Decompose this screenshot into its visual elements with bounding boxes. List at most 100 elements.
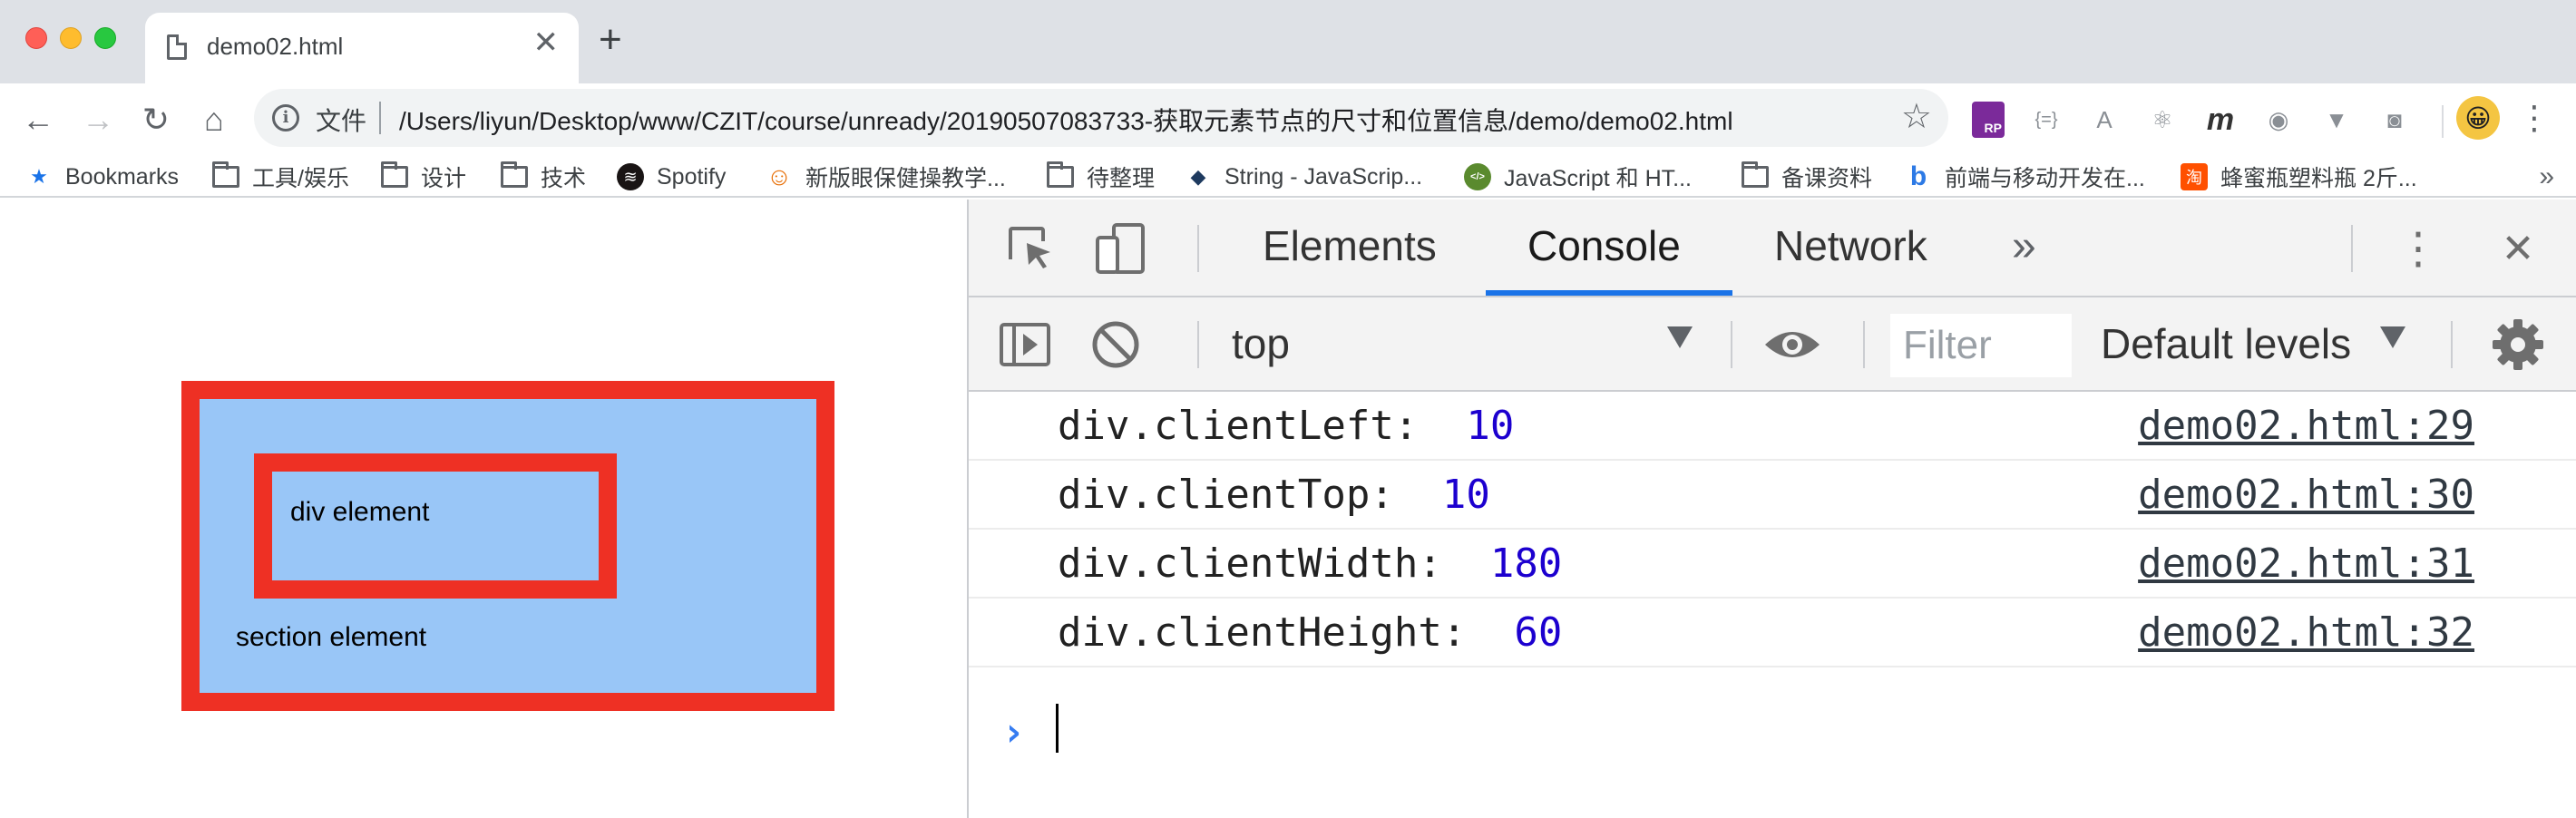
bookmark-frontend-mobile[interactable]: b 前端与移动开发在... — [1905, 161, 2145, 192]
toolbar-divider — [1863, 321, 1865, 368]
m-extension-icon[interactable]: m — [2202, 102, 2239, 138]
chevron-down-icon[interactable] — [1667, 326, 1693, 348]
tab-elements[interactable]: Elements — [1263, 221, 1437, 297]
code-icon: </> — [1464, 163, 1491, 190]
security-label[interactable]: 文件 — [316, 102, 366, 138]
camera-extension-icon[interactable]: ◙ — [2376, 102, 2413, 138]
bookmark-label: Spotify — [657, 163, 727, 190]
info-icon[interactable]: i — [272, 104, 299, 131]
json-viewer-extension-icon[interactable]: {=} — [2028, 102, 2064, 138]
folder-icon — [1047, 161, 1074, 188]
angular-extension-icon[interactable]: A — [2086, 102, 2122, 138]
console-input-caret[interactable] — [1056, 704, 1059, 753]
folder-icon — [1742, 161, 1769, 188]
maximize-window-button[interactable] — [94, 27, 116, 49]
forward-button[interactable]: → — [69, 91, 127, 149]
tab-console[interactable]: Console — [1527, 221, 1681, 297]
bookmark-honey-bottle[interactable]: 淘 蜂蜜瓶塑料瓶 2斤... — [2181, 161, 2417, 192]
log-value: 10 — [1441, 472, 1490, 518]
sidebar-toggle-icon[interactable] — [996, 316, 1054, 374]
log-label: div.clientWidth: — [1058, 540, 1442, 587]
clear-console-icon[interactable] — [1087, 316, 1145, 374]
filter-input[interactable] — [1890, 314, 2072, 377]
bookmark-folder-tools[interactable]: 工具/娱乐 — [212, 161, 349, 192]
face-icon: ☺ — [766, 162, 793, 190]
live-expression-eye-icon[interactable] — [1763, 316, 1821, 374]
back-button[interactable]: ← — [9, 91, 67, 149]
inspect-element-icon[interactable] — [1001, 219, 1059, 278]
react-extension-icon[interactable]: ⚛ — [2144, 102, 2181, 138]
minimize-window-button[interactable] — [60, 27, 82, 49]
log-source-link[interactable]: demo02.html:29 — [2138, 403, 2474, 449]
console-log-row: div.clientWidth: 180 demo02.html:31 — [969, 530, 2576, 599]
devtools-close-icon[interactable]: ✕ — [2489, 219, 2547, 278]
taobao-icon: 淘 — [2181, 163, 2208, 190]
console-log-row: div.clientHeight: 60 demo02.html:32 — [969, 599, 2576, 667]
vue-extension-icon[interactable]: ▼ — [2318, 102, 2355, 138]
console-settings-gear-icon[interactable] — [2489, 316, 2547, 374]
log-source-link[interactable]: demo02.html:32 — [2138, 609, 2474, 656]
bookmark-bookmarks[interactable]: ★ Bookmarks — [25, 161, 179, 192]
bookmark-folder-tech[interactable]: 技术 — [501, 161, 586, 192]
log-source-link[interactable]: demo02.html:30 — [2138, 472, 2474, 518]
log-source-link[interactable]: demo02.html:31 — [2138, 540, 2474, 587]
devtools-menu-icon[interactable]: ⋮ — [2389, 219, 2447, 278]
bookmark-folder-design[interactable]: 设计 — [381, 161, 466, 192]
more-tabs-icon[interactable]: » — [2012, 221, 2036, 271]
section-element: div element section element — [181, 381, 834, 711]
bookmark-star-icon[interactable]: ☆ — [1901, 96, 1932, 137]
device-toolbar-icon[interactable] — [1092, 219, 1150, 278]
log-value: 60 — [1514, 609, 1563, 656]
star-icon: ★ — [30, 165, 48, 188]
chevron-down-icon[interactable] — [2380, 326, 2405, 348]
bookmark-label: String - JavaScrip... — [1225, 163, 1423, 190]
sidebar-toggle-svg — [1000, 323, 1050, 366]
bookmark-label: JavaScript 和 HT... — [1504, 166, 1692, 191]
bookmark-label: 工具/娱乐 — [252, 166, 349, 191]
document-icon — [167, 34, 187, 60]
bookmark-label: 技术 — [541, 166, 587, 191]
bookmark-spotify[interactable]: ≋ Spotify — [617, 161, 726, 192]
console-log-row: div.clientLeft: 10 demo02.html:29 — [969, 392, 2576, 461]
tab-title: demo02.html — [207, 33, 344, 60]
browser-toolbar: ← → ↻ ⌂ i 文件 /Users/liyun/Desktop/www/CZ… — [0, 83, 2576, 156]
new-tab-button[interactable]: + — [599, 20, 622, 60]
close-window-button[interactable] — [25, 27, 47, 49]
profile-avatar[interactable]: 😀 — [2456, 96, 2500, 140]
tab-strip: demo02.html ✕ + — [0, 0, 2576, 83]
home-button[interactable]: ⌂ — [185, 91, 243, 149]
bookmark-javascript-html[interactable]: </> JavaScript 和 HT... — [1464, 161, 1692, 192]
bookmark-label: 设计 — [421, 166, 467, 191]
axure-rp-extension-icon[interactable]: RP — [1972, 102, 2005, 138]
active-tab-indicator — [1486, 290, 1732, 296]
toolbar-divider — [2451, 321, 2453, 368]
tab-close-icon[interactable]: ✕ — [533, 27, 560, 58]
toolbar-divider — [1197, 225, 1199, 272]
devtools-panel: Elements Console Network » ⋮ ✕ top Filte… — [967, 200, 2576, 818]
globe-extension-icon[interactable]: ◉ — [2260, 102, 2297, 138]
bookmark-folder-todo[interactable]: 待整理 — [1047, 161, 1155, 192]
filter-field[interactable] — [1890, 314, 2072, 377]
bookmarks-overflow-icon[interactable]: » — [2539, 161, 2554, 192]
devtools-tab-bar: Elements Console Network » ⋮ ✕ — [969, 200, 2576, 297]
log-label: div.clientHeight: — [1058, 609, 1467, 656]
spotify-icon: ≋ — [617, 163, 644, 190]
log-label: div.clientTop: — [1058, 472, 1394, 518]
folder-icon — [212, 161, 239, 188]
browser-menu-icon[interactable]: ⋮ — [2513, 96, 2556, 140]
tab-demo02[interactable]: demo02.html ✕ — [145, 13, 579, 83]
address-bar[interactable]: i 文件 /Users/liyun/Desktop/www/CZIT/cours… — [254, 89, 1948, 147]
url-text[interactable]: /Users/liyun/Desktop/www/CZIT/course/unr… — [399, 102, 1733, 138]
log-levels-dropdown[interactable]: Default levels — [2101, 319, 2351, 368]
div-element: div element — [254, 453, 617, 599]
page-viewport: div element section element — [0, 200, 967, 818]
bookmark-label: 蜂蜜瓶塑料瓶 2斤... — [2220, 166, 2417, 191]
bookmark-folder-materials[interactable]: 备课资料 — [1742, 161, 1872, 192]
log-message: div.clientWidth: 180 — [1058, 540, 1562, 587]
clear-console-svg — [1092, 321, 1139, 368]
bookmark-eye-exercise[interactable]: ☺ 新版眼保健操教学... — [766, 161, 1006, 192]
bookmark-mdn-string[interactable]: ◆ String - JavaScrip... — [1185, 161, 1423, 192]
reload-button[interactable]: ↻ — [127, 91, 185, 149]
tab-network[interactable]: Network — [1774, 221, 1927, 297]
context-selector[interactable]: top — [1232, 319, 1290, 368]
